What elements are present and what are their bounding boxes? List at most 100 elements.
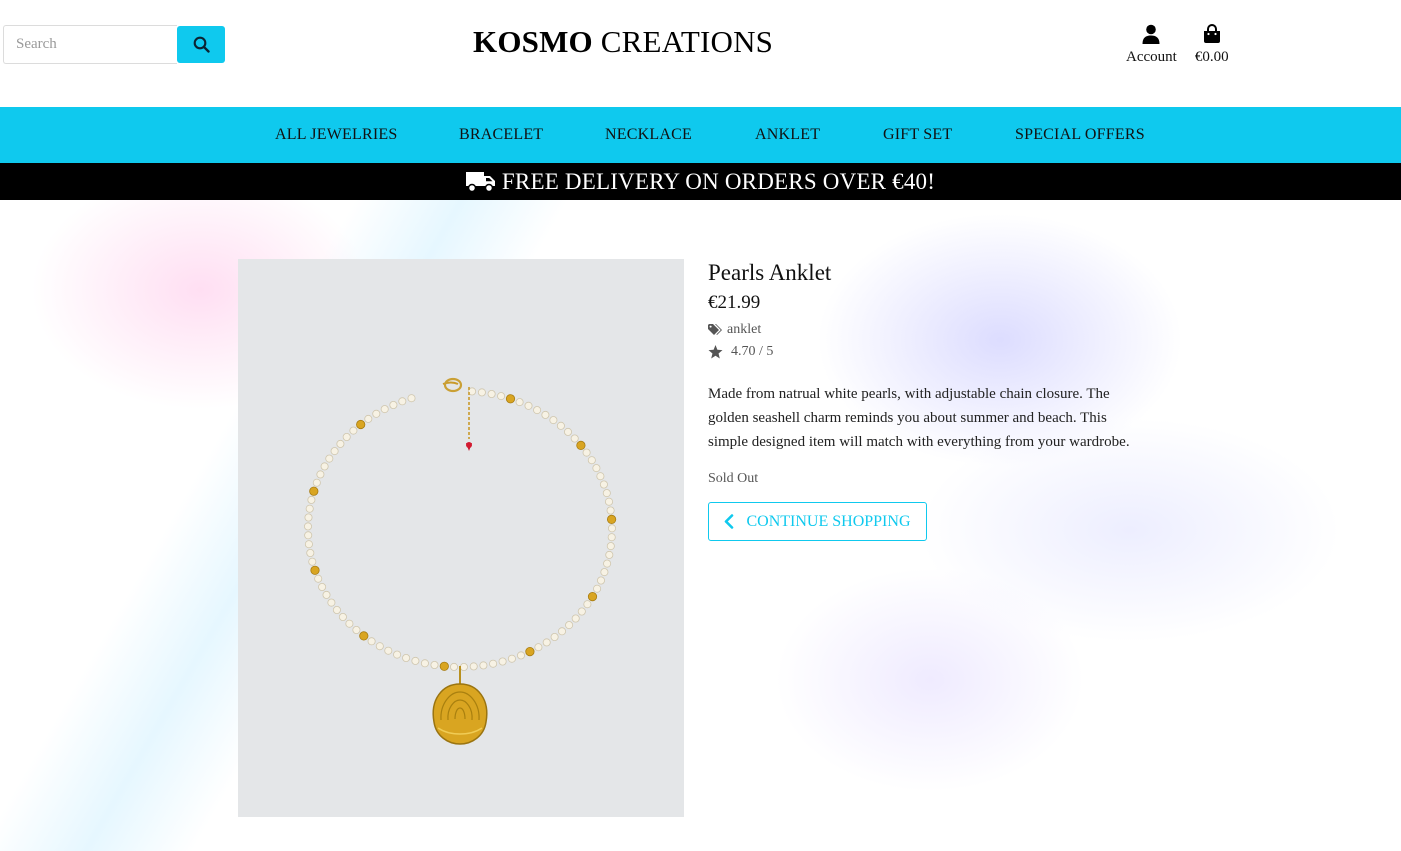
pearl-bead <box>507 654 516 663</box>
pearl-bead <box>338 612 347 621</box>
pearl-bead <box>384 646 393 655</box>
product-name: Pearls Anklet <box>708 260 832 285</box>
delivery-banner: FREE DELIVERY ON ORDERS OVER €40! <box>0 163 1401 200</box>
pearl-bead <box>402 653 411 662</box>
pearl-bead <box>398 397 407 406</box>
pearl-bead <box>524 401 533 410</box>
product-description: Made from natrual white pearls, with adj… <box>708 386 1130 450</box>
anklet-photo <box>238 259 684 817</box>
cart-link[interactable]: €0.00 <box>1195 24 1229 66</box>
pearl-bead <box>316 470 325 479</box>
main-nav: ALL JEWELRIES BRACELET NECKLACE ANKLET G… <box>0 107 1401 163</box>
pearl-bead <box>345 619 354 628</box>
pearl-bead <box>318 582 327 591</box>
pearl-bead <box>306 548 315 557</box>
nav-item-all-jewelries[interactable]: ALL JEWELRIES <box>275 107 397 163</box>
header-actions: Account €0.00 <box>1126 24 1229 66</box>
pearl-bead <box>489 659 498 668</box>
gold-bead <box>587 591 598 602</box>
pearl-bead <box>587 456 596 465</box>
gold-bead <box>356 419 366 430</box>
pearl-bead <box>320 462 329 471</box>
pearl-bead <box>549 416 558 425</box>
pearl-bead <box>479 661 488 670</box>
search-button[interactable] <box>177 26 225 63</box>
product-category-label: anklet <box>727 322 762 337</box>
pearl-bead <box>593 584 602 593</box>
nav-item-bracelet[interactable]: BRACELET <box>459 107 543 163</box>
gold-bead <box>439 661 449 671</box>
gold-bead <box>525 646 535 657</box>
pearl-bead <box>602 489 611 498</box>
pearl-bead <box>606 542 615 551</box>
account-link[interactable]: Account <box>1126 24 1177 66</box>
pearl-bead <box>534 643 543 652</box>
pearl-bead <box>330 447 339 456</box>
pearl-bead <box>307 495 316 504</box>
pearl-bead <box>477 388 486 397</box>
search-icon <box>193 36 210 53</box>
delivery-banner-text: FREE DELIVERY ON ORDERS OVER €40! <box>501 168 936 194</box>
pearl-bead <box>304 513 313 522</box>
gold-bead <box>576 440 586 450</box>
pearl-bead <box>542 638 551 647</box>
product-detail-section: Pearls Anklet €21.99 anklet 4.70 / 5 Mad… <box>0 200 1401 851</box>
nav-item-necklace[interactable]: NECKLACE <box>605 107 692 163</box>
stock-status: Sold Out <box>708 471 759 486</box>
pearl-bead <box>550 632 559 641</box>
pearl-bead <box>556 421 565 430</box>
pearl-bead <box>304 522 313 531</box>
gold-bead <box>606 514 617 524</box>
pearl-bead <box>487 389 496 398</box>
nav-item-gift-set[interactable]: GIFT SET <box>883 107 952 163</box>
pearl-bead <box>497 392 506 401</box>
product-details: Pearls Anklet €21.99 anklet 4.70 / 5 Mad… <box>708 260 1148 541</box>
pearl-bead <box>304 531 313 540</box>
pearl-bead <box>599 480 608 489</box>
pearl-bead <box>304 540 313 549</box>
pearl-bead <box>389 400 398 409</box>
account-label: Account <box>1126 49 1177 65</box>
pearl-bead <box>571 614 580 623</box>
pearl-bead <box>541 410 550 419</box>
pearl-bead <box>607 533 616 542</box>
pearl-bead <box>582 448 591 457</box>
pearl-bead <box>459 662 468 671</box>
pearl-bead <box>498 657 507 666</box>
pearl-bead <box>533 406 542 415</box>
pearl-bead <box>420 659 429 668</box>
pearl-bead <box>596 576 605 585</box>
chevron-left-icon <box>725 514 734 529</box>
star-icon <box>708 345 723 359</box>
pearl-bead <box>516 651 525 660</box>
user-icon <box>1142 24 1160 44</box>
pearl-bead <box>430 660 439 669</box>
product-rating-value: 4.70 / 5 <box>731 344 774 359</box>
pearl-bead <box>604 497 613 506</box>
nav-item-anklet[interactable]: ANKLET <box>755 107 820 163</box>
search-form <box>3 25 225 64</box>
pearl-bead <box>469 662 478 671</box>
pearl-bead <box>596 472 605 481</box>
truck-icon <box>465 171 495 192</box>
pearl-bead <box>325 454 334 463</box>
pearl-bead <box>449 662 458 671</box>
product-image <box>238 259 684 817</box>
search-input[interactable] <box>3 25 177 64</box>
pearl-bead <box>411 656 420 665</box>
product-price: €21.99 <box>708 292 761 313</box>
pearl-bead <box>515 398 524 407</box>
pearl-bead <box>314 574 323 583</box>
pearl-bead <box>336 439 345 448</box>
nav-item-special-offers[interactable]: SPECIAL OFFERS <box>1015 107 1145 163</box>
product-category[interactable]: anklet <box>708 322 1148 338</box>
pearl-bead <box>563 427 572 436</box>
continue-shopping-button[interactable]: CONTINUE SHOPPING <box>708 502 927 541</box>
pearl-bead <box>570 434 579 443</box>
pearl-bead <box>312 478 321 487</box>
cart-total: €0.00 <box>1194 49 1229 65</box>
pearl-bead <box>583 600 592 609</box>
pearl-bead <box>577 607 586 616</box>
brand-logo[interactable]: KOSMO CREATIONS <box>473 24 773 60</box>
pearl-bead <box>607 524 616 533</box>
